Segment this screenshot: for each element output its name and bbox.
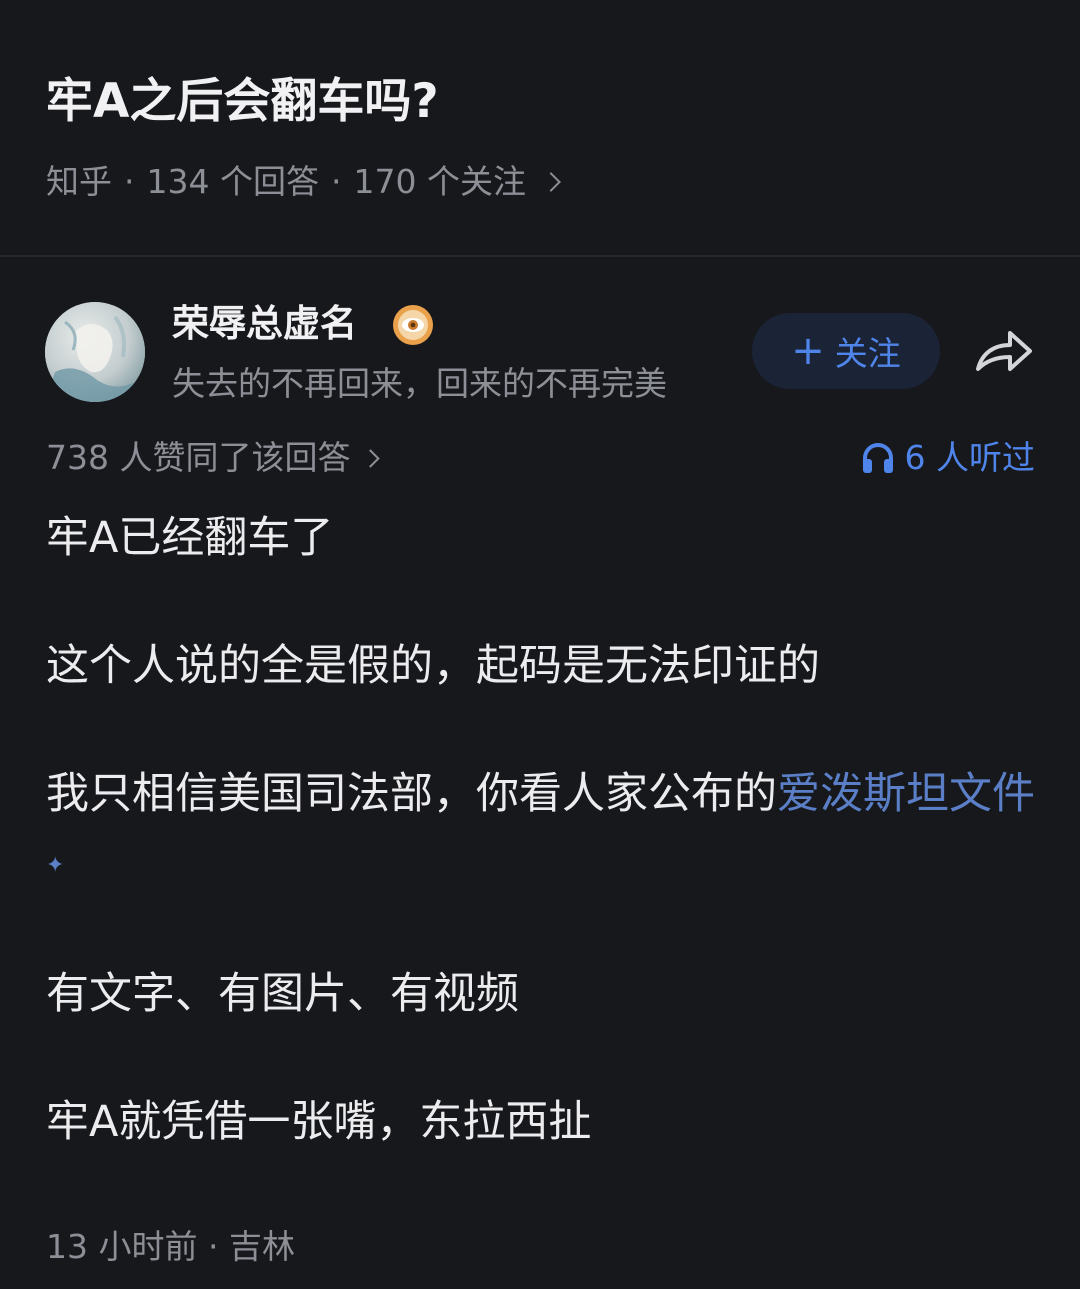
answer-count: 134 个回答 (146, 162, 319, 201)
vote-count-link[interactable]: 738 人赞同了该回答 (46, 436, 381, 480)
headphones-icon (862, 443, 893, 473)
eye-badge-icon (391, 303, 435, 347)
listen-count[interactable]: 6 人听过 (861, 436, 1036, 480)
answer-time-location: 13 小时前 · 吉林 (46, 1227, 295, 1266)
answer-paragraph-2: 这个人说的全是假的，起码是无法印证的 (46, 641, 820, 691)
listen-count-label: 6 人听过 (904, 438, 1036, 477)
meta-separator: · (124, 162, 135, 201)
answer-paragraph-3: 我只相信美国司法部，你看人家公布的爱泼斯坦文件 ✦ (46, 758, 1036, 909)
sparkle-icon: ✦ (46, 853, 65, 878)
meta-separator: · (330, 162, 342, 201)
author-bio: 失去的不再回来，回来的不再完美 (172, 364, 667, 403)
plus-icon: + (791, 328, 825, 374)
answer-paragraph-1: 牢A已经翻车了 (46, 513, 334, 563)
chevron-right-icon (541, 172, 561, 192)
avatar[interactable] (45, 302, 145, 402)
answer-paragraph-5: 牢A就凭借一张嘴，东拉西扯 (46, 1097, 592, 1147)
answer-paragraph-3-text: 我只相信美国司法部，你看人家公布的 (46, 769, 777, 819)
vote-count: 738 人赞同了该回答 (46, 438, 351, 477)
question-source: 知乎 (46, 162, 112, 201)
question-title[interactable]: 牢A之后会翻车吗? (46, 70, 439, 134)
follower-count: 170 个关注 (353, 162, 526, 201)
follow-label: 关注 (834, 334, 901, 373)
answer-paragraph-4: 有文字、有图片、有视频 (46, 969, 519, 1019)
chevron-right-icon (361, 448, 381, 468)
question-meta[interactable]: 知乎 · 134 个回答 · 170 个关注 (46, 160, 561, 204)
share-icon[interactable] (972, 325, 1036, 377)
follow-button[interactable]: + 关注 (752, 313, 940, 389)
question-header: 牢A之后会翻车吗? 知乎 · 134 个回答 · 170 个关注 (0, 0, 1080, 255)
author-name[interactable]: 荣辱总虚名 (172, 300, 357, 348)
epstein-files-link[interactable]: 爱泼斯坦文件 (777, 769, 1035, 819)
section-divider (0, 255, 1080, 257)
